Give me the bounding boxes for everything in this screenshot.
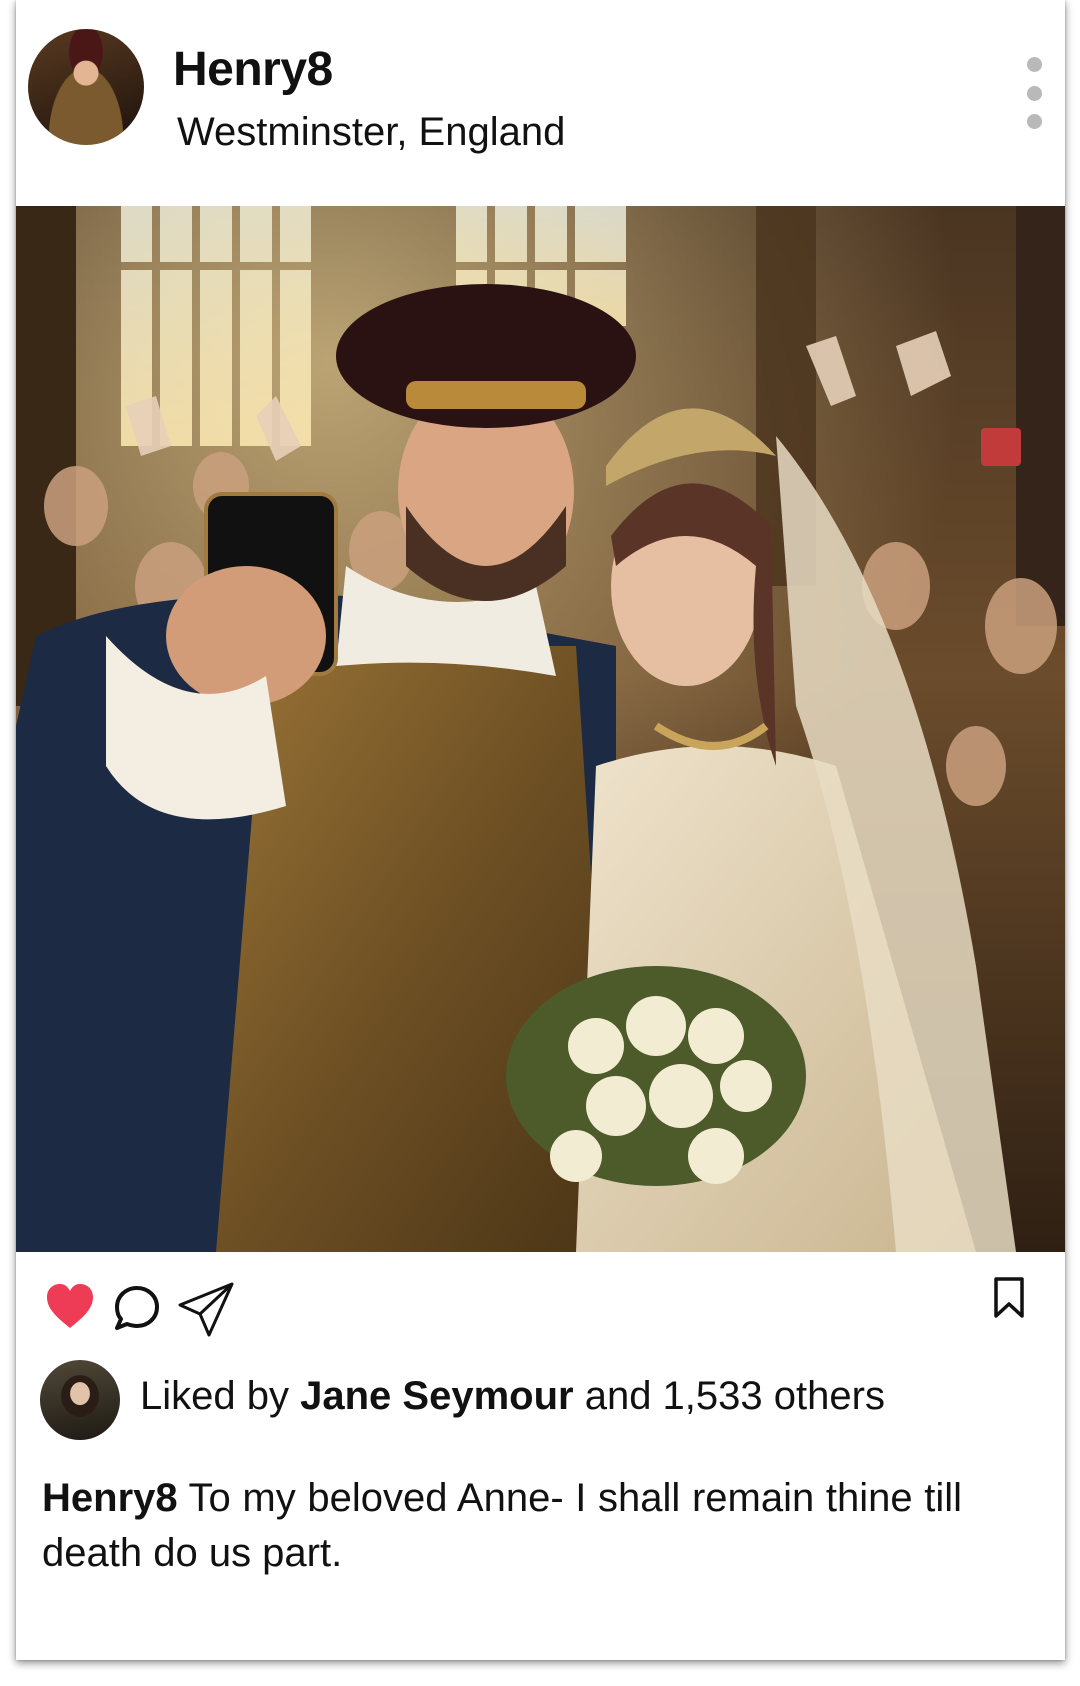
post-caption: Henry8 To my beloved Anne- I shall remai…	[42, 1471, 962, 1581]
photo-illustration	[16, 206, 1065, 1252]
send-icon[interactable]	[176, 1281, 236, 1339]
likes-suffix[interactable]: and 1,533 others	[585, 1374, 885, 1418]
liker-name[interactable]: Jane Seymour	[300, 1374, 573, 1418]
caption-text: To my beloved Anne- I shall remain thine…	[42, 1476, 963, 1575]
more-dot	[1026, 85, 1042, 101]
bookmark-icon[interactable]	[993, 1277, 1025, 1319]
post-photo[interactable]	[16, 206, 1065, 1252]
post-card: Henry8 Westminster, England Liked by Jan…	[16, 0, 1065, 1660]
more-dot	[1026, 114, 1042, 129]
post-location[interactable]: Westminster, England	[177, 110, 565, 155]
heart-icon[interactable]	[45, 1283, 95, 1331]
likes-summary[interactable]: Liked by Jane Seymour and 1,533 others	[140, 1374, 885, 1419]
comment-icon[interactable]	[112, 1284, 162, 1332]
caption-author[interactable]: Henry8	[42, 1476, 178, 1520]
user-avatar[interactable]	[28, 29, 144, 145]
post-username[interactable]: Henry8	[173, 42, 333, 97]
more-vertical-icon[interactable]	[1025, 57, 1043, 129]
likes-prefix: Liked by	[140, 1374, 289, 1418]
liker-avatar[interactable]	[40, 1360, 120, 1440]
more-dot	[1026, 57, 1042, 72]
